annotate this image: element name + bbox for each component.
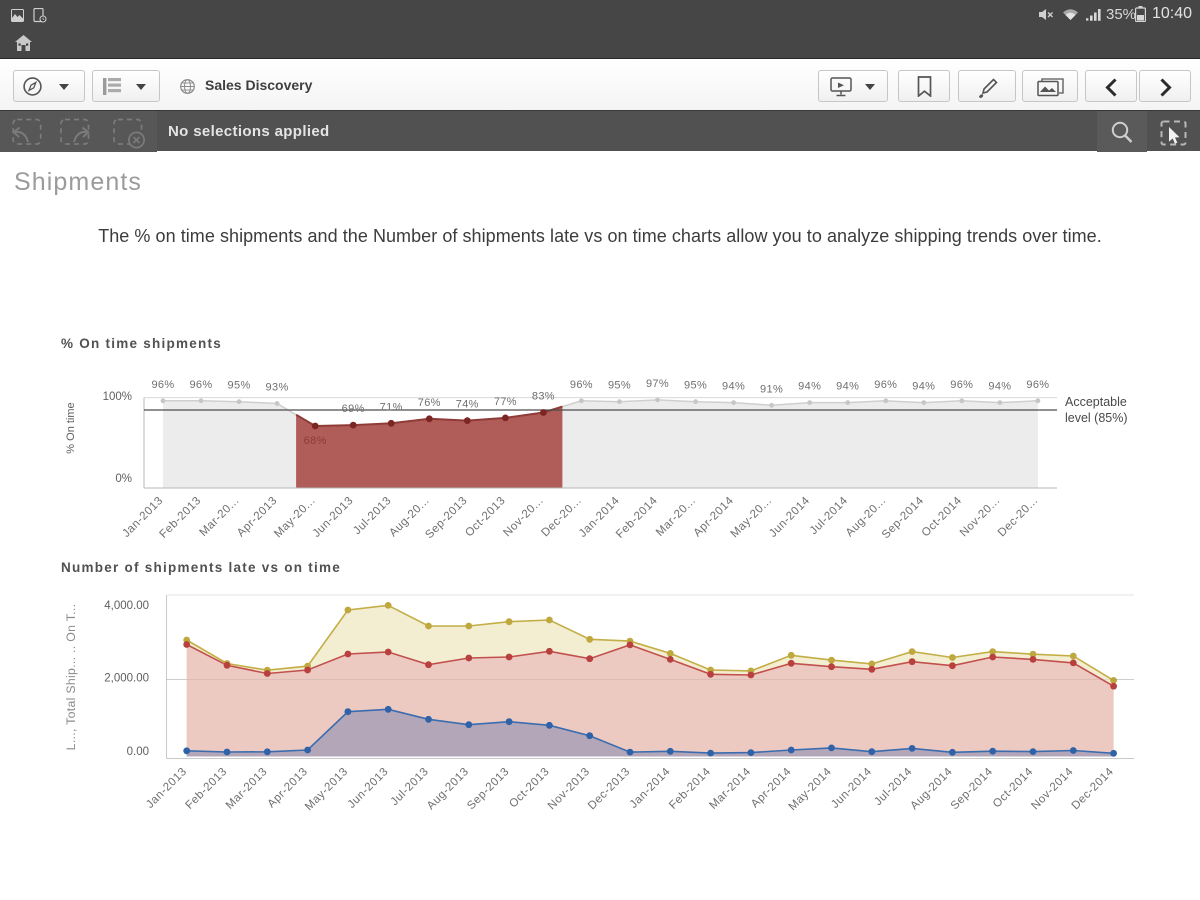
svg-text:4,000.00: 4,000.00: [104, 600, 149, 612]
svg-text:Dec-2014: Dec-2014: [1070, 766, 1117, 813]
svg-text:Jan-2013: Jan-2013: [144, 766, 189, 811]
svg-text:Jun-2014: Jun-2014: [829, 766, 874, 811]
svg-text:Aug-2014: Aug-2014: [908, 766, 955, 813]
svg-text:Aug-2013: Aug-2013: [425, 766, 472, 813]
svg-text:Jul-2014: Jul-2014: [872, 766, 915, 809]
svg-text:Nov-2013: Nov-2013: [546, 766, 593, 813]
svg-text:Sep-2013: Sep-2013: [465, 766, 512, 813]
svg-text:Feb-2013: Feb-2013: [183, 766, 229, 812]
svg-text:Jul-2013: Jul-2013: [389, 766, 432, 809]
svg-text:Jun-2013: Jun-2013: [346, 766, 391, 811]
svg-text:Dec-2013: Dec-2013: [586, 766, 633, 813]
svg-text:May-2013: May-2013: [303, 766, 350, 813]
svg-text:Nov-2014: Nov-2014: [1029, 766, 1076, 813]
svg-text:May-2014: May-2014: [787, 766, 835, 814]
svg-text:L..., Total Ship... .. On T...: L..., Total Ship... .. On T...: [64, 604, 78, 751]
svg-text:0.00: 0.00: [127, 746, 149, 758]
svg-text:Feb-2014: Feb-2014: [667, 766, 713, 812]
svg-text:Mar-2014: Mar-2014: [707, 766, 753, 812]
svg-text:Jan-2014: Jan-2014: [628, 766, 673, 811]
svg-text:Mar-2013: Mar-2013: [224, 766, 270, 812]
svg-text:2,000.00: 2,000.00: [104, 673, 149, 685]
svg-text:Sep-2014: Sep-2014: [949, 766, 996, 813]
